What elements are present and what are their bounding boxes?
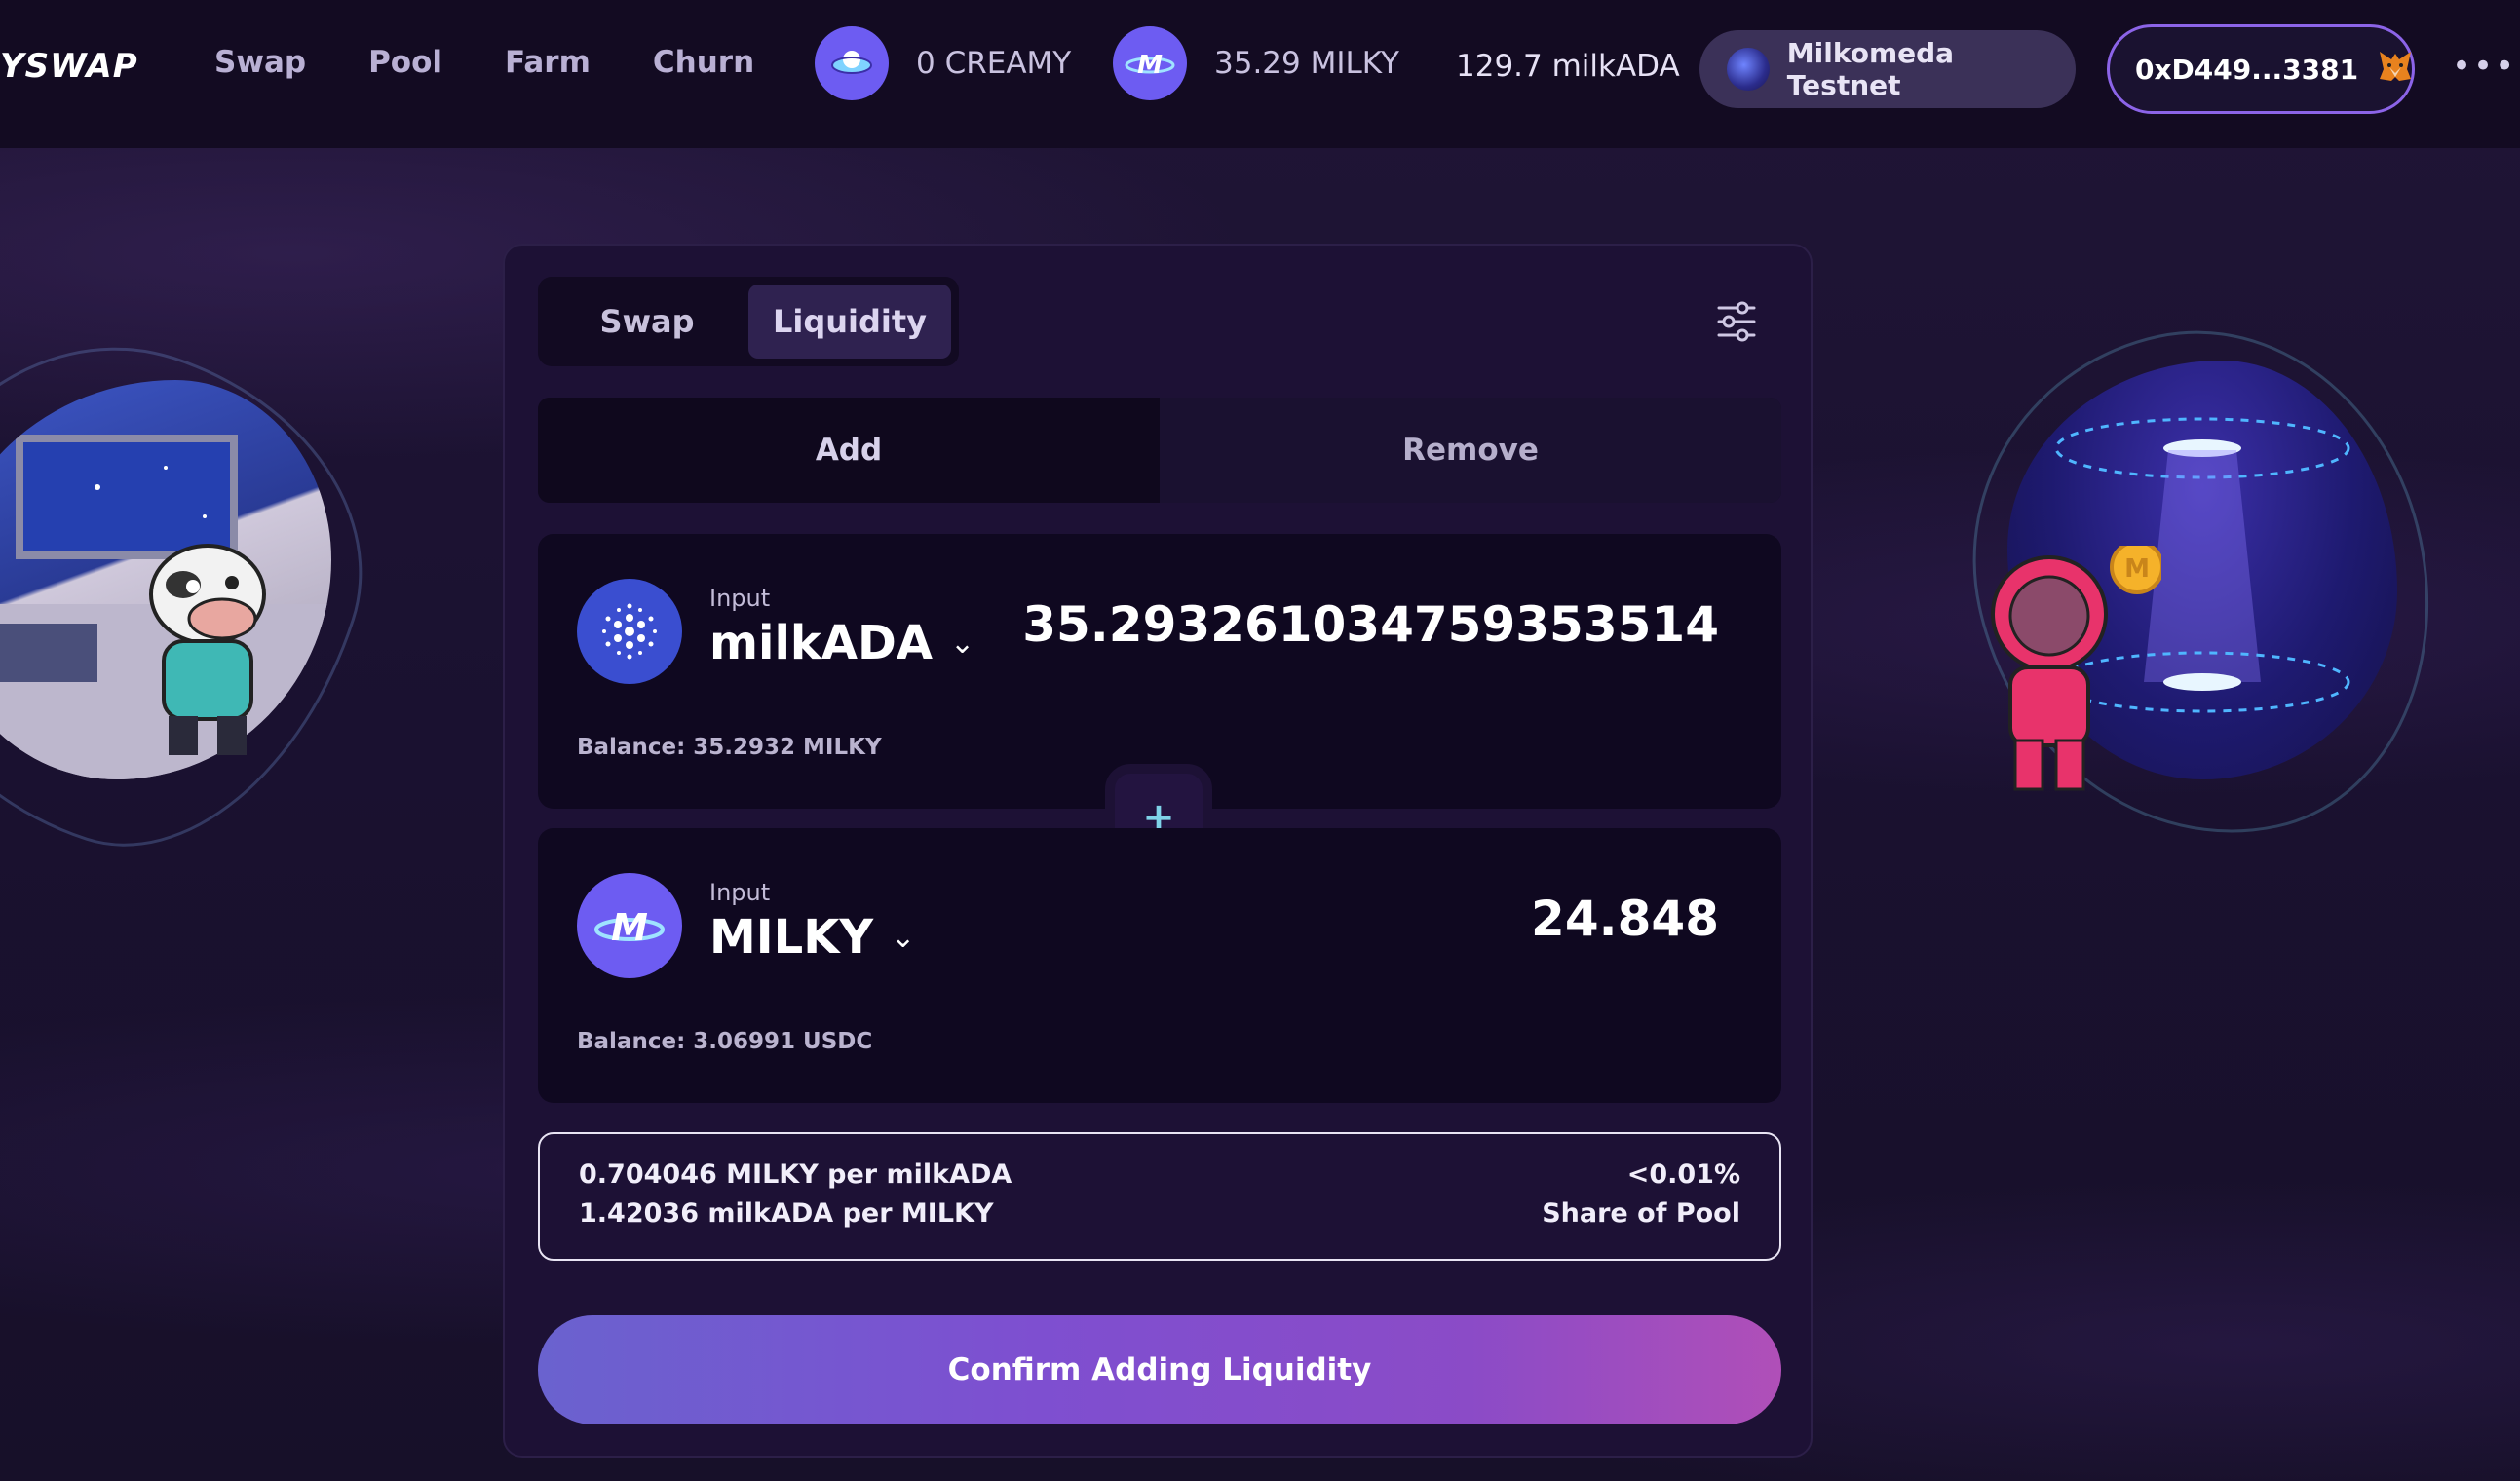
nav-pool[interactable]: Pool	[368, 45, 442, 80]
token-select-a[interactable]: milkADA ⌄	[709, 616, 974, 670]
brand-logo[interactable]: YSWAP	[0, 47, 138, 86]
wallet-button[interactable]: 0xD449...3381	[2107, 24, 2415, 114]
add-mode-button[interactable]: Add	[538, 398, 1160, 503]
token-select-b[interactable]: MILKY ⌄	[709, 910, 915, 965]
price-milkada-per-milky: 1.42036 milkADA per MILKY	[579, 1198, 994, 1229]
token-name: MILKY	[709, 910, 874, 965]
creamy-balance-stat: 0 CREAMY	[815, 26, 1071, 100]
milkada-balance: 129.7 milkADA	[1456, 49, 1680, 84]
milky-balance: 35.29 MILKY	[1214, 46, 1399, 81]
nav-swap[interactable]: Swap	[214, 45, 306, 80]
svg-text:M: M	[2124, 554, 2150, 584]
balance-text: Balance: 3.06991 USDC	[577, 1029, 873, 1054]
token-input-b: M Input MILKY ⌄ Balance: 3.06991 USDC	[538, 828, 1781, 1103]
cardano-icon	[577, 579, 682, 684]
cow-mascot	[125, 526, 290, 760]
settings-sliders-icon[interactable]	[1713, 298, 1760, 345]
milky-token-icon: M	[1113, 26, 1187, 100]
input-label: Input	[709, 585, 771, 612]
pool-share-label: Share of Pool	[1542, 1198, 1740, 1229]
tab-swap[interactable]: Swap	[546, 285, 748, 359]
nav-farm[interactable]: Farm	[505, 45, 591, 80]
chevron-down-icon: ⌄	[949, 626, 975, 661]
pool-share-value: <0.01%	[1626, 1159, 1740, 1190]
main-nav: Swap Pool Farm Churn	[214, 45, 754, 80]
network-name: Milkomeda Testnet	[1786, 37, 1955, 101]
remove-mode-button[interactable]: Remove	[1160, 398, 1781, 503]
wallet-address: 0xD449...3381	[2135, 53, 2359, 86]
creamy-token-icon	[815, 26, 889, 100]
milky-balance-stat: M 35.29 MILKY	[1113, 26, 1399, 100]
svg-text:M: M	[611, 906, 648, 949]
token-name: milkADA	[709, 616, 933, 670]
milky-token-icon: M	[577, 873, 682, 978]
network-icon	[1727, 48, 1770, 91]
liquidity-card: Swap Liquidity Add Remove Input milkADA …	[503, 244, 1813, 1458]
balance-text: Balance: 35.2932 MILKY	[577, 735, 882, 760]
network-selector[interactable]: Milkomeda Testnet	[1699, 30, 2076, 108]
confirm-add-liquidity-button[interactable]: Confirm Adding Liquidity	[538, 1315, 1781, 1424]
svg-text:M: M	[1137, 51, 1163, 80]
astronaut-mascot: M	[1966, 540, 2164, 799]
input-label: Input	[709, 879, 771, 906]
amount-input-b[interactable]	[998, 891, 1719, 947]
price-info-box: 0.704046 MILKY per milkADA 1.42036 milkA…	[538, 1132, 1781, 1261]
amount-input-a[interactable]	[998, 596, 1719, 653]
creamy-balance: 0 CREAMY	[916, 46, 1072, 81]
add-remove-toggle: Add Remove	[538, 398, 1781, 503]
top-navbar: YSWAP Swap Pool Farm Churn 0 CREAMY M 35…	[0, 0, 2520, 148]
chevron-down-icon: ⌄	[891, 920, 916, 955]
more-icon[interactable]: •••	[2452, 47, 2516, 86]
metamask-fox-icon	[2378, 50, 2413, 90]
nav-churn[interactable]: Churn	[653, 45, 754, 80]
swap-liquidity-tabs: Swap Liquidity	[538, 277, 959, 366]
tab-liquidity[interactable]: Liquidity	[748, 285, 951, 359]
price-milky-per-milkada: 0.704046 MILKY per milkADA	[579, 1159, 1012, 1190]
